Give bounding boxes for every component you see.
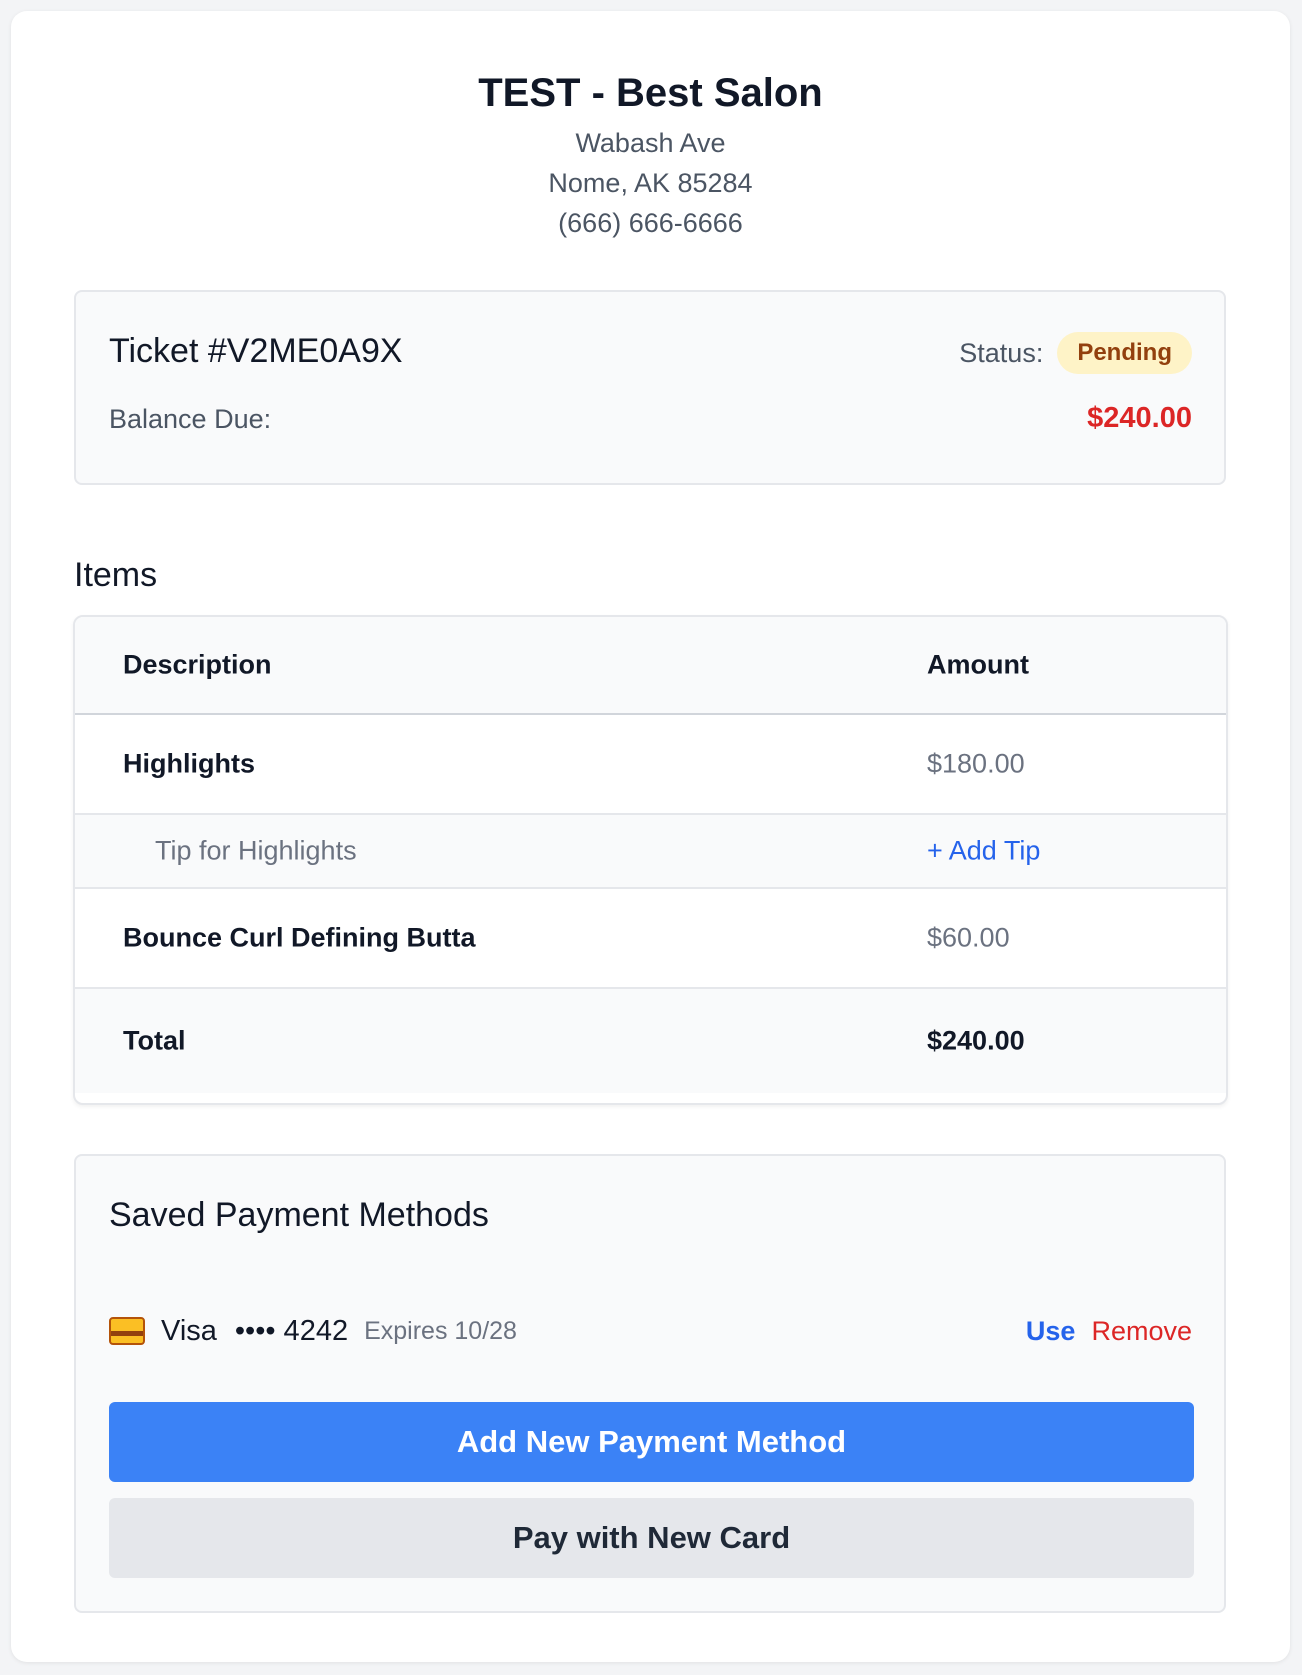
- salon-phone: (666) 666-6666: [558, 208, 743, 238]
- add-tip-link[interactable]: + Add Tip: [927, 836, 1040, 867]
- items-table: Description Amount Highlights $180.00 Ti…: [73, 615, 1228, 1105]
- card-brand: Visa: [161, 1314, 217, 1347]
- column-header-amount: Amount: [927, 649, 1029, 680]
- salon-name: TEST - Best Salon: [478, 71, 823, 115]
- remove-card-button[interactable]: Remove: [1091, 1316, 1192, 1347]
- salon-address-city: Nome, AK 85284: [548, 168, 753, 198]
- add-payment-method-button[interactable]: Add New Payment Method: [109, 1402, 1194, 1482]
- salon-address-street: Wabash Ave: [575, 128, 726, 158]
- card-actions: Use Remove: [1026, 1316, 1192, 1347]
- total-label: Total: [123, 1025, 186, 1056]
- tip-row: Tip for Highlights + Add Tip: [75, 815, 1226, 889]
- status-badge: Pending: [1057, 332, 1192, 374]
- tip-description: Tip for Highlights: [155, 835, 357, 866]
- ticket-status: Status: Pending: [959, 332, 1192, 374]
- credit-card-icon: [109, 1317, 145, 1345]
- item-amount: $60.00: [927, 922, 1010, 953]
- item-amount: $180.00: [927, 748, 1025, 779]
- saved-payment-methods: Saved Payment Methods Visa •••• 4242 Exp…: [74, 1154, 1226, 1613]
- salon-header: TEST - Best Salon Wabash Ave Nome, AK 85…: [11, 11, 1290, 243]
- table-row: Highlights $180.00: [75, 715, 1226, 815]
- card-number: •••• 4242: [234, 1314, 349, 1347]
- column-header-description: Description: [123, 649, 272, 680]
- pay-with-new-card-button[interactable]: Pay with New Card: [109, 1498, 1194, 1578]
- receipt-card: TEST - Best Salon Wabash Ave Nome, AK 85…: [11, 11, 1290, 1662]
- payment-heading: Saved Payment Methods: [109, 1196, 489, 1234]
- items-heading: Items: [74, 556, 158, 594]
- table-row: Bounce Curl Defining Butta $60.00: [75, 889, 1226, 989]
- total-amount: $240.00: [927, 1025, 1025, 1056]
- ticket-title: Ticket #V2ME0A9X: [109, 332, 403, 370]
- item-description: Highlights: [123, 748, 255, 779]
- balance-due-label: Balance Due:: [109, 404, 272, 434]
- card-expiry: Expires 10/28: [364, 1316, 517, 1345]
- item-description: Bounce Curl Defining Butta: [123, 922, 476, 953]
- table-header-row: Description Amount: [75, 617, 1226, 715]
- total-row: Total $240.00: [75, 989, 1226, 1093]
- balance-due-value: $240.00: [1087, 402, 1192, 434]
- ticket-summary: Ticket #V2ME0A9X Status: Pending Balance…: [74, 290, 1226, 485]
- use-card-button[interactable]: Use: [1026, 1316, 1076, 1347]
- saved-card: Visa •••• 4242 Expires 10/28 Use Remove: [109, 1306, 1192, 1356]
- status-label: Status:: [959, 337, 1044, 368]
